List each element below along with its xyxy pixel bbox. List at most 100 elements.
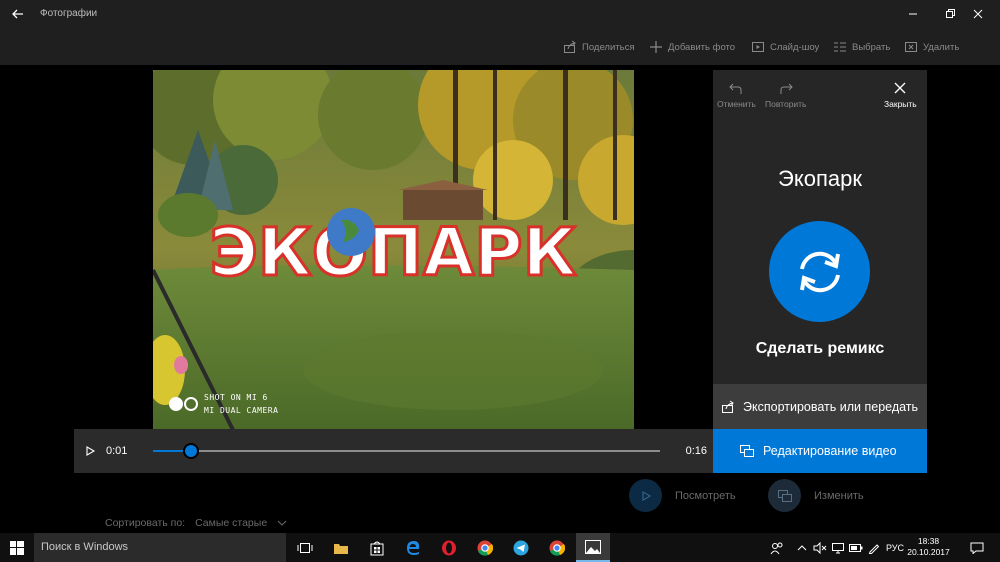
folder-icon (334, 543, 348, 554)
watermark-line-1: SHOT ON MI 6 (204, 393, 268, 402)
volume-button[interactable] (812, 533, 828, 562)
watermark-line-2: MI DUAL CAMERA (204, 406, 279, 415)
select-icon (834, 42, 846, 52)
select-button[interactable]: Выбрать (833, 38, 890, 56)
watch-button[interactable]: Посмотреть (629, 479, 736, 512)
close-icon (894, 82, 906, 94)
redo-button[interactable]: Повторить (765, 80, 807, 109)
taskbar-search[interactable]: Поиск в Windows (34, 533, 286, 562)
telegram-icon (513, 540, 529, 555)
watch-label: Посмотреть (675, 489, 736, 502)
people-icon (770, 542, 783, 554)
clock-date: 20.10.2017 (907, 547, 950, 557)
edit-video-icon (740, 445, 754, 457)
edge-taskbar-button[interactable] (396, 533, 430, 562)
slideshow-icon (752, 42, 764, 52)
close-label: Закрыть (884, 99, 917, 109)
project-title: Экопарк (778, 166, 862, 191)
change-button[interactable]: Изменить (768, 479, 864, 512)
close-panel-button[interactable]: Закрыть (884, 80, 917, 109)
chevron-down-icon (277, 520, 287, 526)
chevron-up-icon (797, 544, 807, 550)
export-share-button[interactable]: Экспортировать или передать (713, 384, 927, 429)
edit-video-button[interactable]: Редактирование видео (713, 429, 927, 473)
start-button[interactable] (0, 533, 34, 562)
command-bar: Поделиться Добавить фото Слайд-шоу Выбра… (0, 28, 1000, 65)
park-photo-image: ЭКОПАРК (153, 70, 634, 429)
redo-icon (780, 83, 793, 94)
back-button[interactable] (8, 4, 28, 24)
minimize-icon (908, 13, 917, 15)
battery-button[interactable] (848, 533, 864, 562)
close-window-button[interactable] (955, 0, 1000, 28)
store-taskbar-button[interactable] (360, 533, 394, 562)
sort-control[interactable]: Сортировать по: Самые старые (105, 517, 287, 529)
seek-bar[interactable] (153, 443, 660, 459)
battery-icon (849, 543, 863, 552)
chrome-alt-taskbar-button[interactable] (540, 533, 574, 562)
clock-time: 18:38 (917, 536, 940, 546)
taskbar: Поиск в Windows РУС 18:38 20.10.2017 (0, 533, 1000, 562)
add-photos-button[interactable]: Добавить фото (649, 38, 735, 56)
share-button[interactable]: Поделиться (563, 38, 634, 56)
share-icon (564, 40, 576, 53)
video-player-bar: 0:01 0:16 (74, 429, 713, 473)
play-button[interactable] (80, 441, 100, 461)
current-time: 0:01 (106, 445, 128, 457)
pen-workspace-button[interactable] (866, 533, 882, 562)
action-center-button[interactable] (960, 533, 994, 562)
seek-thumb[interactable] (183, 443, 200, 459)
refresh-icon (799, 251, 840, 292)
undo-icon (729, 83, 742, 94)
volume-muted-icon (813, 541, 827, 554)
opera-taskbar-button[interactable] (432, 533, 466, 562)
remix-button[interactable] (769, 221, 870, 322)
delete-label: Удалить (923, 41, 960, 53)
edit-video-icon (777, 489, 792, 502)
undo-label: Отменить (717, 99, 756, 109)
delete-button[interactable]: Удалить (904, 38, 959, 56)
select-label: Выбрать (852, 41, 891, 53)
redo-label: Повторить (765, 99, 807, 109)
sort-value: Самые старые (195, 517, 268, 529)
play-icon (86, 446, 96, 456)
watch-circle (629, 479, 662, 512)
change-circle (768, 479, 801, 512)
photos-taskbar-button[interactable] (576, 533, 610, 562)
change-label: Изменить (814, 489, 864, 502)
network-icon (832, 542, 844, 553)
task-view-button[interactable] (288, 533, 322, 562)
remix-label: Сделать ремикс (755, 340, 885, 357)
back-arrow-icon (12, 9, 23, 19)
export-label: Экспортировать или передать (743, 399, 919, 414)
restore-icon (945, 9, 955, 18)
telegram-taskbar-button[interactable] (504, 533, 538, 562)
edge-icon (407, 540, 420, 555)
clock[interactable]: 18:38 20.10.2017 (906, 536, 951, 558)
chrome-taskbar-button[interactable] (468, 533, 502, 562)
play-icon (642, 490, 651, 501)
share-icon (722, 400, 734, 413)
edit-video-label: Редактирование видео (763, 444, 897, 458)
main-area: ЭКОПАРК SHOT ON MI 6 MI DUAL CAMERA 0:01 (0, 65, 1000, 533)
slideshow-button[interactable]: Слайд-шоу (751, 38, 819, 56)
store-icon (370, 541, 384, 555)
add-photos-label: Добавить фото (668, 41, 736, 53)
people-button[interactable] (768, 533, 786, 562)
explorer-taskbar-button[interactable] (324, 533, 358, 562)
network-button[interactable] (830, 533, 846, 562)
input-language[interactable]: РУС (884, 533, 906, 562)
plus-icon (650, 41, 662, 53)
chrome-icon (477, 540, 493, 556)
chrome-icon (549, 540, 565, 556)
undo-button[interactable]: Отменить (717, 80, 756, 109)
opera-icon (442, 540, 456, 555)
remix-panel: Отменить Повторить Закрыть Экопарк Сдела… (713, 70, 927, 384)
close-icon (973, 9, 982, 19)
notification-icon (970, 542, 984, 554)
show-hidden-icons-button[interactable] (794, 533, 810, 562)
windows-logo-icon (10, 540, 24, 555)
photo-preview[interactable]: ЭКОПАРК SHOT ON MI 6 MI DUAL CAMERA (153, 70, 634, 429)
sign-text: ЭКОПАРК (209, 214, 576, 291)
camera-watermark: SHOT ON MI 6 MI DUAL CAMERA (169, 391, 278, 417)
